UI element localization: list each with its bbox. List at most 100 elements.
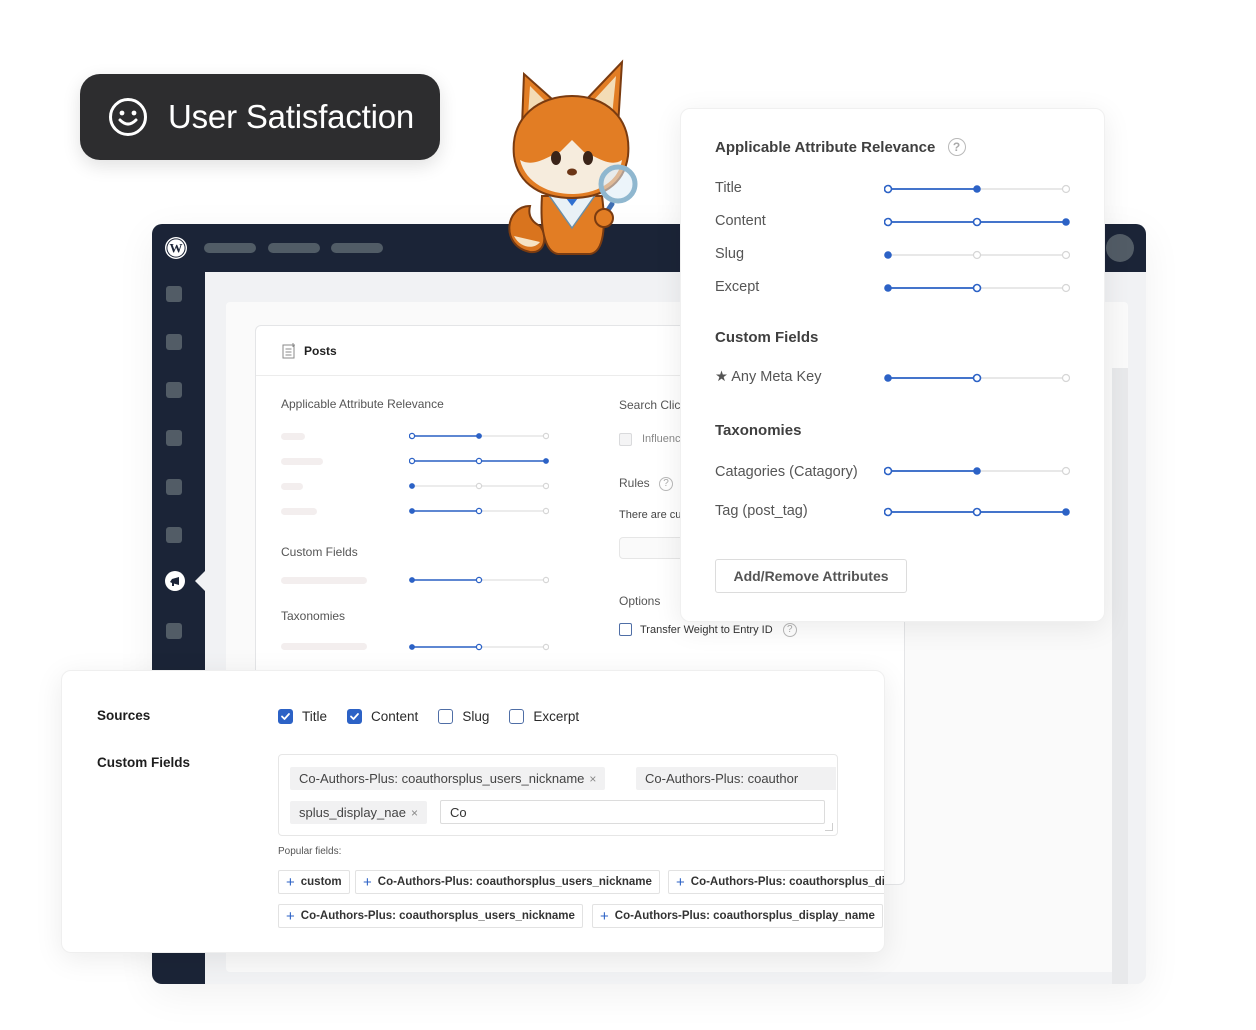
relevance-panel-title: Applicable Attribute Relevance ? [715,137,966,156]
sidebar-item-searchwp[interactable] [165,571,185,591]
popular-field-chip[interactable]: + Co-Authors-Plus: coauthorsplus_di [668,870,884,894]
slider-stop [1061,184,1070,194]
sidebar-menu-icon[interactable] [166,527,182,543]
add-remove-attributes-button[interactable]: Add/Remove Attributes [715,559,907,593]
custom-field-label: ★ Any Meta Key [715,369,822,385]
help-icon[interactable]: ? [947,137,966,156]
attribute-label-placeholder [281,483,303,490]
slider-handle [543,458,549,464]
sidebar-menu-icon[interactable] [166,623,182,639]
popular-field-chip[interactable]: + Co-Authors-Plus: coauthorsplus_users_ni… [278,904,583,928]
relevance-slider[interactable] [409,506,549,516]
plus-icon: + [363,873,372,891]
relevance-title-text: Applicable Attribute Relevance [715,139,936,156]
taxonomies-heading: Taxonomies [715,422,802,439]
checkbox-unchecked[interactable] [509,709,525,724]
relevance-slider[interactable] [409,456,549,466]
source-checkbox-content[interactable]: Content [347,709,418,724]
remove-tag-icon[interactable]: × [411,806,418,820]
tag-label: splus_display_nae [299,805,406,820]
remove-tag-icon[interactable]: × [589,772,596,786]
topbar-menu-placeholder[interactable] [331,243,383,253]
title-relevance-slider[interactable] [884,182,1070,196]
checkbox-checked[interactable] [347,709,363,724]
help-icon[interactable]: ? [782,623,797,637]
transfer-weight-row: Transfer Weight to Entry ID ? [640,623,797,637]
attribute-label-placeholder [281,508,317,515]
badge-label: User Satisfaction [168,98,415,135]
transfer-weight-label: Transfer Weight to Entry ID [640,623,773,636]
slider-stop-active [884,217,893,227]
plus-icon: + [676,873,685,891]
sidebar-menu-icon[interactable] [166,334,182,350]
slider-stop [1061,373,1070,383]
slider-stop [542,432,549,440]
slider-stop-active [475,643,483,651]
source-checkbox-slug[interactable]: Slug [438,709,489,724]
plus-icon: + [600,907,609,925]
checkbox-unchecked[interactable] [438,709,454,724]
slider-stop-active [972,373,982,383]
slider-handle [409,508,415,514]
transfer-weight-checkbox[interactable] [619,623,632,636]
slider-stop [542,643,549,651]
sidebar-menu-icon[interactable] [166,382,182,398]
search-clicks-heading: Search Clic [619,398,681,412]
slider-stop-active [884,466,893,476]
category-relevance-slider[interactable] [884,464,1070,478]
help-icon[interactable]: ? [659,476,674,491]
popular-field-chip[interactable]: + Co-Authors-Plus: coauthorsplus_users_ni… [355,870,660,894]
attribute-relevance-panel: Applicable Attribute Relevance ? Title C… [680,108,1105,622]
custom-fields-tag-input[interactable]: Co-Authors-Plus: coauthorsplus_users_nic… [278,754,838,836]
source-checkbox-title[interactable]: Title [278,709,327,724]
attribute-label: Title [715,180,742,196]
chip-label: Co-Authors-Plus: coauthorsplus_display_n… [614,910,875,922]
slug-relevance-slider[interactable] [884,248,1070,262]
tag-relevance-slider[interactable] [884,505,1070,519]
taxonomies-heading: Taxonomies [281,609,346,623]
rules-heading: Rules ? [619,476,689,491]
plus-icon: + [286,873,295,891]
wordpress-logo-icon[interactable]: W [164,236,188,260]
custom-fields-heading: Custom Fields [715,329,819,346]
user-avatar[interactable] [1106,234,1134,262]
rules-label: Rules [619,476,650,490]
slider-handle [884,284,892,292]
relevance-slider[interactable] [409,642,549,652]
relevance-slider[interactable] [409,431,549,441]
topbar-menu-placeholder[interactable] [204,243,256,253]
slider-handle [409,644,415,650]
custom-field-search-input[interactable] [440,800,825,824]
slider-stop-active [475,507,483,515]
source-label: Content [371,709,419,724]
topbar-menu-placeholder[interactable] [268,243,320,253]
rules-text: There are cu [619,509,682,521]
popular-field-chip[interactable]: + custom [278,870,350,894]
sidebar-menu-icon[interactable] [166,430,182,446]
excerpt-relevance-slider[interactable] [884,281,1070,295]
sources-checkbox-group: Title Content Slug Excerpt [278,709,599,724]
slider-handle [884,251,892,259]
source-checkbox-excerpt[interactable]: Excerpt [509,709,579,724]
sidebar-menu-icon[interactable] [166,286,182,302]
svg-text:W: W [170,241,183,256]
slider-stop-active [884,507,893,517]
slider-stop-active [475,457,483,465]
content-edge [1112,368,1128,984]
resize-handle[interactable] [825,823,833,831]
relevance-slider[interactable] [409,575,549,585]
slider-handle [409,483,415,489]
sidebar-menu-icon[interactable] [166,479,182,495]
source-label: Slug [462,709,490,724]
meta-key-relevance-slider[interactable] [884,371,1070,385]
checkbox-checked[interactable] [278,709,293,724]
custom-fields-heading: Custom Fields [281,545,358,559]
custom-fields-label: Custom Fields [97,755,191,770]
content-relevance-slider[interactable] [884,215,1070,229]
plus-icon: + [286,907,295,925]
chip-label: custom [300,876,342,888]
influence-checkbox[interactable] [619,433,632,446]
relevance-slider[interactable] [409,481,549,491]
taxonomy-label: Tag (post_tag) [715,503,808,519]
popular-field-chip[interactable]: + Co-Authors-Plus: coauthorsplus_display_… [592,904,883,928]
